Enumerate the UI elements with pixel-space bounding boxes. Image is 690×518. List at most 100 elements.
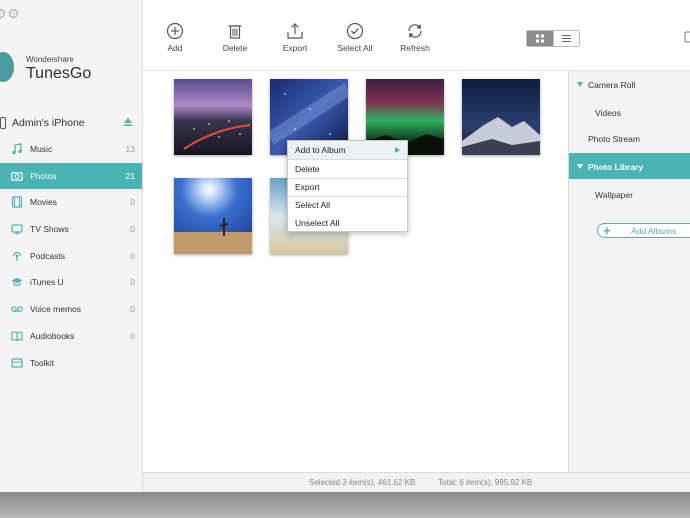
- album-videos[interactable]: Videos: [569, 99, 690, 125]
- album-panel: Camera Roll Videos Photo Stream Photo Li…: [568, 71, 690, 472]
- select-all-button-label: Select All: [337, 43, 373, 53]
- tunesgo-logo-icon: [0, 52, 14, 82]
- sidebar-item-label: Podcasts: [30, 250, 65, 261]
- window-shadow: [0, 492, 690, 518]
- plus-icon: +: [603, 223, 611, 238]
- window-close-button[interactable]: [0, 9, 5, 18]
- desert-sun-image: [174, 178, 252, 254]
- film-icon: [11, 196, 23, 208]
- eject-icon[interactable]: [123, 117, 133, 127]
- album-label: Wallpaper: [595, 190, 633, 200]
- city-night-image: [174, 79, 252, 155]
- expand-triangle-icon[interactable]: [577, 82, 583, 87]
- sidebar-item-photos[interactable]: Photos 21: [0, 162, 142, 190]
- photo-thumbnail-desert-sun[interactable]: [174, 178, 252, 254]
- context-item-label: Select All: [295, 200, 330, 210]
- trash-icon: [228, 25, 242, 39]
- delete-button[interactable]: Delete: [205, 22, 265, 53]
- sidebar-item-count: 21: [125, 170, 135, 181]
- sidebar-item-count: 0: [130, 197, 135, 208]
- check-circle-icon: [346, 22, 364, 40]
- sidebar-item-count: 13: [125, 144, 135, 154]
- sidebar-item-podcasts[interactable]: Podcasts 0: [0, 243, 142, 270]
- grid-icon: [536, 34, 544, 43]
- context-unselect-all[interactable]: Unselect All: [288, 214, 407, 232]
- sidebar-item-audiobooks[interactable]: Audiobooks 0: [0, 323, 142, 350]
- select-all-button[interactable]: Select All: [325, 22, 385, 53]
- context-item-label: Unselect All: [295, 218, 340, 228]
- sidebar-nav: Music 13 Photos 21 Movies 0 TV Shows 0 P…: [0, 136, 142, 376]
- podcast-icon: [12, 251, 22, 261]
- sidebar-item-label: Music: [30, 144, 53, 154]
- settings-icon[interactable]: [683, 30, 690, 44]
- voicemail-icon: [11, 306, 23, 312]
- refresh-button-label: Refresh: [400, 43, 430, 53]
- book-icon: [11, 331, 23, 341]
- sidebar-item-tv-shows[interactable]: TV Shows 0: [0, 216, 142, 243]
- device-name: Admin's iPhone: [12, 117, 85, 129]
- grid-view-button[interactable]: [527, 31, 553, 46]
- export-button[interactable]: Export: [265, 22, 325, 53]
- photo-thumbnail-mountain[interactable]: [462, 79, 540, 155]
- context-menu: Add to Album Delete Export Select All Un…: [287, 140, 408, 232]
- sidebar-item-toolkit[interactable]: Toolkit: [0, 350, 142, 377]
- sidebar-item-itunes-u[interactable]: iTunes U 0: [0, 269, 142, 296]
- album-photo-stream[interactable]: Photo Stream: [569, 125, 690, 151]
- camera-icon: [11, 171, 23, 181]
- graduation-cap-icon: [11, 278, 23, 287]
- album-camera-roll[interactable]: Camera Roll: [569, 71, 690, 97]
- sidebar-item-label: Movies: [30, 197, 57, 208]
- album-wallpaper[interactable]: Wallpaper: [569, 181, 690, 207]
- context-select-all[interactable]: Select All: [288, 196, 407, 214]
- window-minimize-button[interactable]: [9, 9, 18, 18]
- mountain-image: [462, 79, 540, 155]
- device-header[interactable]: Admin's iPhone: [0, 115, 142, 133]
- sidebar-item-count: 0: [130, 224, 135, 235]
- view-toggle: [526, 30, 580, 47]
- album-label: Camera Roll: [588, 80, 636, 90]
- toolkit-icon: [11, 357, 23, 368]
- tv-icon: [11, 224, 23, 235]
- sidebar-item-label: iTunes U: [30, 277, 64, 288]
- album-label: Videos: [595, 108, 621, 118]
- context-delete[interactable]: Delete: [288, 160, 407, 178]
- iphone-icon: [0, 117, 6, 129]
- sidebar: Wondershare TunesGo Admin's iPhone Music…: [0, 0, 143, 492]
- photo-thumbnail-city-night[interactable]: [174, 79, 252, 155]
- sidebar-item-voice-memos[interactable]: Voice memos 0: [0, 296, 142, 323]
- total-status: Total: 6 item(s), 995.92 KB: [438, 478, 533, 487]
- music-note-icon: [12, 143, 22, 155]
- toolbar: Add Delete Export Select All Refresh: [143, 0, 690, 71]
- selection-status: Selected 3 item(s), 461.62 KB: [309, 478, 416, 487]
- brand-company: Wondershare: [26, 55, 74, 64]
- album-photo-library[interactable]: Photo Library: [569, 153, 690, 179]
- sidebar-item-label: Photos: [30, 170, 57, 181]
- delete-button-label: Delete: [222, 43, 248, 53]
- sidebar-item-movies[interactable]: Movies 0: [0, 189, 142, 216]
- context-add-to-album[interactable]: Add to Album: [288, 141, 407, 159]
- album-label: Photo Stream: [588, 134, 640, 144]
- sidebar-item-label: Voice memos: [30, 304, 82, 315]
- app-window: Wondershare TunesGo Admin's iPhone Music…: [0, 0, 690, 492]
- add-button[interactable]: Add: [145, 22, 205, 53]
- refresh-button[interactable]: Refresh: [385, 22, 445, 53]
- list-view-button[interactable]: [553, 31, 579, 46]
- export-button-label: Export: [282, 43, 308, 53]
- context-item-label: Add to Album: [295, 145, 346, 155]
- context-item-label: Delete: [295, 164, 320, 174]
- add-button-label: Add: [167, 43, 183, 53]
- add-albums-button[interactable]: + Add Albums: [597, 223, 690, 238]
- status-bar: Selected 3 item(s), 461.62 KB Total: 6 i…: [143, 472, 690, 492]
- sidebar-item-label: Toolkit: [30, 357, 55, 368]
- sidebar-item-label: Audiobooks: [30, 330, 75, 341]
- album-label: Photo Library: [588, 162, 644, 172]
- expand-triangle-icon[interactable]: [577, 164, 583, 169]
- sidebar-item-count: 0: [130, 304, 135, 315]
- refresh-icon: [408, 24, 422, 38]
- export-icon: [287, 23, 303, 39]
- context-export[interactable]: Export: [288, 178, 407, 196]
- sidebar-item-label: TV Shows: [30, 224, 69, 235]
- sidebar-item-count: 0: [130, 250, 135, 261]
- list-icon: [562, 35, 571, 42]
- sidebar-item-music[interactable]: Music 13: [0, 136, 142, 163]
